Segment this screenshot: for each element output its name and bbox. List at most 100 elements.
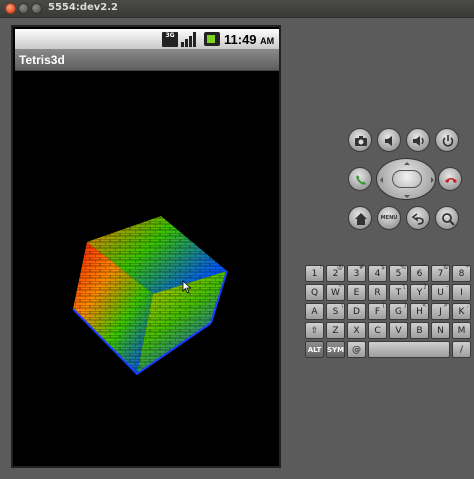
title-bar: 5554:dev2.2 (0, 0, 474, 18)
key-e[interactable]: E " (347, 283, 366, 301)
key-k[interactable]: K; (452, 302, 471, 320)
key-alt-label: " (361, 283, 364, 290)
call-button[interactable] (348, 167, 372, 191)
home-button[interactable] (348, 206, 372, 230)
emulator-window: 5554:dev2.2 3G 11:49 AM Tetris3d MENU 1 … (0, 0, 474, 479)
camera-icon (355, 136, 367, 146)
key-alt-label: ! (319, 264, 322, 271)
key-g[interactable]: G] (389, 302, 408, 320)
key-label: @ (352, 345, 361, 355)
key-v[interactable]: V (389, 322, 408, 339)
key-5[interactable]: 5% (389, 264, 408, 282)
key-label: I (460, 288, 463, 298)
key-s[interactable]: S \ (326, 302, 345, 320)
key-c[interactable]: C (368, 322, 387, 339)
key-label: M (457, 326, 466, 336)
key-label: J (439, 307, 442, 317)
maximize-window-button[interactable] (31, 3, 42, 14)
key-label: Q (310, 288, 319, 298)
app-title-bar: Tetris3d (15, 49, 279, 71)
window-title: 5554:dev2.2 (48, 2, 119, 13)
mouse-cursor-icon (182, 280, 192, 294)
key-4[interactable]: 4 $ (368, 264, 387, 282)
key-d[interactable]: D ' (347, 302, 366, 320)
dpad-center-button[interactable] (392, 170, 422, 188)
dpad[interactable] (376, 158, 436, 200)
key-b[interactable]: B (410, 322, 429, 339)
device-screen[interactable]: 3G 11:49 AM Tetris3d (11, 25, 281, 468)
key-label: ALT (307, 346, 322, 354)
key-w[interactable]: W ~ (326, 283, 345, 301)
key-a[interactable]: A (305, 303, 324, 320)
key-label: X (353, 326, 360, 336)
key-6[interactable]: 6 ^ (410, 264, 429, 282)
key-alt-label: { (402, 283, 406, 290)
power-button[interactable] (435, 128, 459, 152)
menu-button[interactable]: MENU (377, 206, 401, 230)
key-slash[interactable]: / (452, 341, 471, 358)
key-m[interactable]: M (452, 322, 471, 339)
key-label: R (374, 288, 381, 298)
key-n[interactable]: N (431, 322, 450, 339)
key-space[interactable] (368, 341, 450, 358)
key-label: 1 (311, 269, 318, 279)
camera-button[interactable] (348, 128, 372, 152)
key-label: 4 (374, 269, 381, 279)
key-1[interactable]: 1! (305, 264, 324, 282)
key-alt-label: } (423, 283, 427, 290)
key-label: / (459, 345, 464, 355)
app-title: Tetris3d (19, 53, 65, 67)
key-f[interactable]: F[ (368, 302, 387, 320)
key-q[interactable]: Q (305, 284, 324, 301)
key-alt-label: ~ (337, 283, 343, 290)
key-at[interactable]: @ (347, 341, 366, 358)
key-t[interactable]: T{ (389, 283, 408, 301)
key-sym[interactable]: SYM (326, 341, 345, 358)
key-i[interactable]: I (452, 284, 471, 301)
network-3g-icon: 3G (162, 32, 178, 47)
close-window-button[interactable] (5, 3, 16, 14)
menu-label: MENU (380, 215, 398, 221)
volume-up-button[interactable] (406, 128, 430, 152)
key-u[interactable]: U- (431, 283, 450, 301)
volume-down-button[interactable] (377, 128, 401, 152)
key-shift[interactable]: ⇧ (305, 322, 324, 339)
key-label: B (416, 326, 423, 336)
key-label: S (332, 307, 339, 317)
key-alt-label: & (443, 264, 448, 271)
key-alt-label: \ (340, 302, 343, 309)
key-r[interactable]: R (368, 284, 387, 301)
key-alt-label: > (442, 302, 448, 309)
clock-ampm: AM (260, 36, 275, 46)
minimize-window-button[interactable] (18, 3, 29, 14)
key-3[interactable]: 3 # (347, 264, 366, 282)
power-icon (442, 135, 454, 147)
key-8[interactable]: 8 * (452, 264, 471, 282)
clock-time: 11:49 (224, 32, 257, 47)
key-2[interactable]: 2 @ (326, 264, 345, 282)
end-call-button[interactable] (438, 167, 462, 191)
game-canvas[interactable] (15, 71, 279, 466)
key-x[interactable]: X (347, 322, 366, 339)
back-button[interactable] (406, 206, 430, 230)
key-label: ⇧ (310, 326, 319, 336)
home-icon (355, 213, 367, 225)
search-button[interactable] (435, 206, 459, 230)
key-alt[interactable]: ALT (305, 341, 324, 358)
key-alt-label: $ (381, 264, 385, 271)
status-clock: 11:49 AM (224, 32, 274, 47)
search-icon (442, 213, 455, 226)
key-alt-label: @ (337, 264, 343, 271)
key-h[interactable]: H < (410, 302, 429, 320)
tetris-cube (72, 216, 228, 376)
key-j[interactable]: J > (431, 302, 450, 320)
key-alt-label: ; (466, 302, 469, 309)
hardware-keyboard: 1! 2 @3 #4 $5% 6 ^ 7 & 8 * Q W ~ E " R T{Y} U - I A S \ D ' F[G] H <… (303, 263, 474, 369)
hardware-controls: MENU (330, 125, 470, 240)
key-y[interactable]: Y} (410, 283, 429, 301)
key-label: SYM (327, 346, 345, 354)
key-7[interactable]: 7 & (431, 264, 450, 282)
call-icon (356, 175, 366, 185)
key-z[interactable]: Z (326, 322, 345, 339)
key-label: Y (416, 288, 423, 298)
